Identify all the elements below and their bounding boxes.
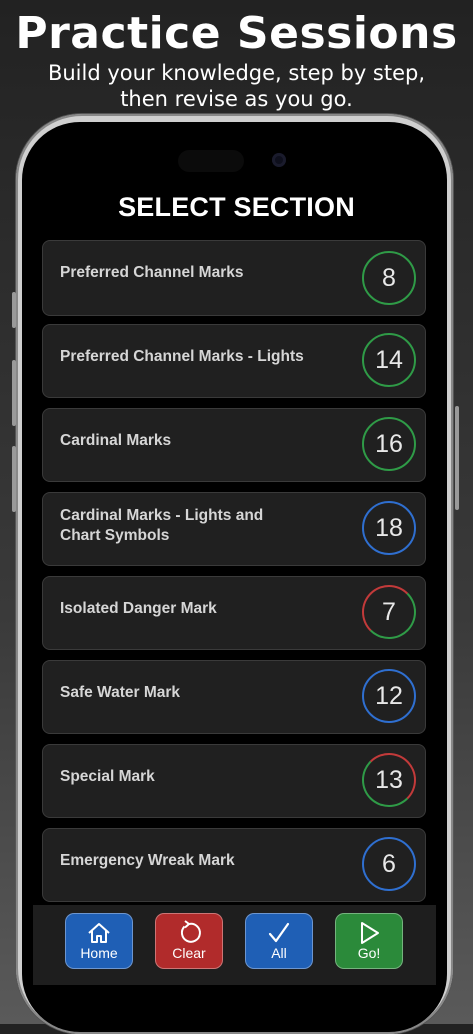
question-count-badge: 12 [362, 669, 416, 723]
section-row-preferred-channel-marks[interactable]: Preferred Channel Marks 8 [42, 240, 426, 316]
go-button-label: Go! [357, 945, 381, 961]
all-button[interactable]: All [245, 913, 313, 969]
play-icon [361, 922, 379, 944]
question-count-badge: 8 [362, 251, 416, 305]
section-label: Safe Water Mark [60, 684, 181, 701]
section-label: Cardinal Marks - Lights and Chart Symbol… [60, 507, 264, 544]
question-count-badge: 18 [362, 501, 416, 555]
phone-power-button [455, 406, 459, 510]
question-count-badge: 7 [362, 585, 416, 639]
section-label: Isolated Danger Mark [60, 600, 217, 617]
section-label: Preferred Channel Marks - Lights [60, 348, 304, 365]
section-row-special-mark[interactable]: Special Mark 13 [42, 744, 426, 818]
bottom-toolbar: Home Clear All Go! [33, 905, 436, 985]
checkmark-icon [268, 922, 290, 943]
section-label: Cardinal Marks [60, 432, 172, 449]
promo-title: Practice Sessions [15, 8, 458, 59]
section-row-preferred-channel-marks-lights[interactable]: Preferred Channel Marks - Lights 14 [42, 324, 426, 398]
refresh-icon [180, 920, 201, 943]
screen-title: SELECT SECTION [118, 192, 355, 222]
house-icon [88, 923, 110, 943]
phone-volume-up-button [12, 360, 16, 426]
question-count-badge: 16 [362, 417, 416, 471]
promo-subtitle: Build your knowledge, step by step, then… [47, 61, 426, 111]
go-button[interactable]: Go! [335, 913, 403, 969]
section-label: Special Mark [60, 768, 155, 785]
section-row-emergency-wreak-mark[interactable]: Emergency Wreak Mark 6 [42, 828, 426, 902]
question-count-badge: 6 [362, 837, 416, 891]
question-count-badge: 14 [362, 333, 416, 387]
phone-action-button [12, 292, 16, 328]
section-row-cardinal-marks-lights-chart-symbols[interactable]: Cardinal Marks - Lights and Chart Symbol… [42, 492, 426, 566]
section-row-isolated-danger-mark[interactable]: Isolated Danger Mark 7 [42, 576, 426, 650]
home-button[interactable]: Home [65, 913, 133, 969]
section-label: Preferred Channel Marks [60, 264, 244, 281]
question-count-badge: 13 [362, 753, 416, 807]
dynamic-island [178, 150, 244, 172]
section-row-cardinal-marks[interactable]: Cardinal Marks 16 [42, 408, 426, 482]
all-button-label: All [271, 945, 287, 961]
clear-button-label: Clear [172, 945, 206, 961]
section-row-safe-water-mark[interactable]: Safe Water Mark 12 [42, 660, 426, 734]
section-label: Emergency Wreak Mark [60, 852, 235, 869]
camera-icon [272, 153, 286, 167]
home-button-label: Home [80, 945, 118, 961]
clear-button[interactable]: Clear [155, 913, 223, 969]
phone-volume-down-button [12, 446, 16, 512]
